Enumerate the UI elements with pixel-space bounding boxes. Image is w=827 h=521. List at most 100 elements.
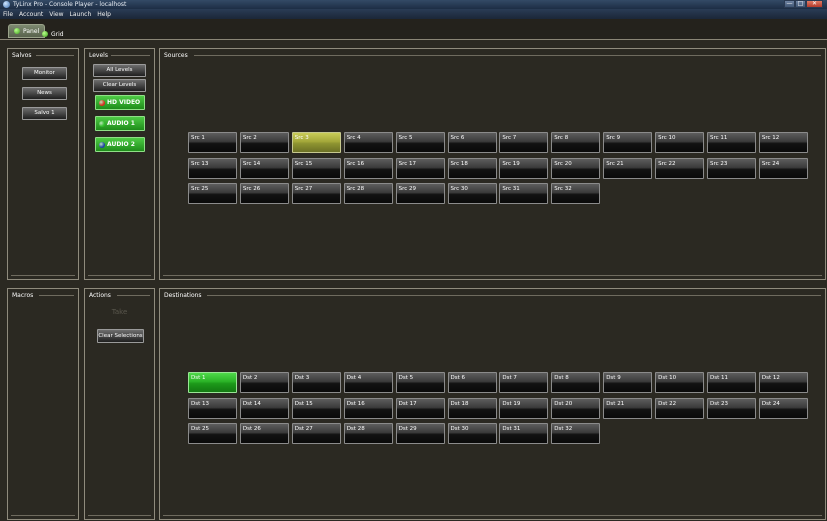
destination-button[interactable]: Dst 21 xyxy=(603,397,653,419)
destination-button[interactable]: Dst 6 xyxy=(447,372,497,393)
title-bar: TyLinx Pro - Console Player - localhost … xyxy=(0,0,827,9)
divider xyxy=(163,515,822,516)
source-button[interactable]: Src 19 xyxy=(499,157,549,179)
destination-label: Dst 12 xyxy=(761,375,780,381)
source-button[interactable]: Src 2 xyxy=(239,132,289,153)
salvo-button-news[interactable]: News xyxy=(22,87,67,100)
level-audio-1[interactable]: AUDIO 1 xyxy=(95,116,145,131)
salvo-button-salvo-1[interactable]: Salvo 1 xyxy=(22,107,67,120)
all-levels-button[interactable]: All Levels xyxy=(93,64,146,77)
source-button[interactable]: Src 29 xyxy=(395,183,445,204)
level-audio-2[interactable]: AUDIO 2 xyxy=(95,137,145,152)
destination-button[interactable]: Dst 13 xyxy=(188,397,237,419)
destination-button[interactable]: Dst 16 xyxy=(343,397,393,419)
maximize-button[interactable]: □ xyxy=(795,0,806,8)
menu-launch[interactable]: Launch xyxy=(70,11,92,18)
destination-button[interactable]: Dst 5 xyxy=(395,372,445,393)
destination-button[interactable]: Dst 24 xyxy=(758,397,808,419)
divider xyxy=(163,275,822,276)
destination-button[interactable]: Dst 27 xyxy=(291,423,341,444)
source-button[interactable]: Src 12 xyxy=(758,132,808,153)
source-button[interactable]: Src 31 xyxy=(499,183,549,204)
destination-button[interactable]: Dst 1 xyxy=(188,372,237,393)
source-button[interactable]: Src 8 xyxy=(551,132,601,153)
source-button[interactable]: Src 10 xyxy=(655,132,705,153)
source-button[interactable]: Src 30 xyxy=(447,183,497,204)
source-label: Src 23 xyxy=(710,160,728,167)
destination-button[interactable]: Dst 7 xyxy=(499,372,549,393)
source-button[interactable]: Src 14 xyxy=(239,157,289,179)
destination-button[interactable]: Dst 22 xyxy=(655,397,705,419)
source-button[interactable]: Src 26 xyxy=(239,183,289,204)
destination-label: Dst 14 xyxy=(242,400,261,407)
destination-label: Dst 7 xyxy=(502,375,517,381)
destination-button[interactable]: Dst 15 xyxy=(291,397,341,419)
destination-button[interactable]: Dst 23 xyxy=(707,397,756,419)
source-button[interactable]: Src 28 xyxy=(343,183,393,204)
destination-button[interactable]: Dst 19 xyxy=(499,397,549,419)
source-button[interactable]: Src 9 xyxy=(603,132,653,153)
destination-button[interactable]: Dst 20 xyxy=(551,397,601,419)
source-button[interactable]: Src 23 xyxy=(707,157,756,179)
destination-button[interactable]: Dst 10 xyxy=(655,372,705,393)
salvo-button-monitor[interactable]: Monitor xyxy=(22,67,67,80)
menu-help[interactable]: Help xyxy=(97,11,111,18)
source-button[interactable]: Src 27 xyxy=(291,183,341,204)
destination-button[interactable]: Dst 11 xyxy=(707,372,756,393)
salvos-panel: Salvos Monitor News Salvo 1 xyxy=(7,48,79,280)
destination-button[interactable]: Dst 32 xyxy=(551,423,601,444)
destination-button[interactable]: Dst 28 xyxy=(343,423,393,444)
clear-selections-button[interactable]: Clear Selections xyxy=(97,329,144,343)
source-button[interactable]: Src 18 xyxy=(447,157,497,179)
tab-grid[interactable]: Grid xyxy=(37,28,69,40)
source-button[interactable]: Src 20 xyxy=(551,157,601,179)
source-button[interactable]: Src 24 xyxy=(758,157,808,179)
tab-grid-label: Grid xyxy=(51,30,64,38)
take-button[interactable]: Take xyxy=(85,308,154,316)
source-button[interactable]: Src 22 xyxy=(655,157,705,179)
source-button[interactable]: Src 5 xyxy=(395,132,445,153)
app-icon xyxy=(3,1,10,8)
source-button[interactable]: Src 25 xyxy=(188,183,237,204)
window-controls: — □ ✕ xyxy=(784,0,823,8)
source-button[interactable]: Src 7 xyxy=(499,132,549,153)
source-button[interactable]: Src 32 xyxy=(551,183,601,204)
destination-button[interactable]: Dst 29 xyxy=(395,423,445,444)
source-button[interactable]: Src 4 xyxy=(343,132,393,153)
destination-button[interactable]: Dst 2 xyxy=(239,372,289,393)
destination-label: Dst 1 xyxy=(191,375,206,381)
source-label: Src 32 xyxy=(554,186,572,192)
menu-view[interactable]: View xyxy=(49,11,63,18)
divider xyxy=(11,515,75,516)
led-icon xyxy=(99,99,105,106)
destination-button[interactable]: Dst 18 xyxy=(447,397,497,419)
level-hd-video[interactable]: HD VIDEO xyxy=(95,95,145,110)
menu-file[interactable]: File xyxy=(3,11,13,18)
source-button[interactable]: Src 13 xyxy=(188,157,237,179)
destination-label: Dst 5 xyxy=(398,375,414,381)
destination-button[interactable]: Dst 26 xyxy=(239,423,289,444)
close-button[interactable]: ✕ xyxy=(806,0,823,8)
source-button[interactable]: Src 1 xyxy=(188,132,237,153)
source-button[interactable]: Src 15 xyxy=(291,157,341,179)
clear-levels-button[interactable]: Clear Levels xyxy=(93,79,146,92)
source-button[interactable]: Src 21 xyxy=(603,157,653,179)
destination-button[interactable]: Dst 30 xyxy=(447,423,497,444)
destination-button[interactable]: Dst 25 xyxy=(188,423,237,444)
menu-account[interactable]: Account xyxy=(19,11,43,18)
source-button[interactable]: Src 6 xyxy=(447,132,497,153)
destination-button[interactable]: Dst 9 xyxy=(603,372,653,393)
destination-button[interactable]: Dst 8 xyxy=(551,372,601,393)
destination-button[interactable]: Dst 17 xyxy=(395,397,445,419)
destination-button[interactable]: Dst 3 xyxy=(291,372,341,393)
destination-button[interactable]: Dst 4 xyxy=(343,372,393,393)
minimize-button[interactable]: — xyxy=(784,0,795,8)
source-button[interactable]: Src 11 xyxy=(707,132,756,153)
destination-button[interactable]: Dst 31 xyxy=(499,423,549,444)
destination-button[interactable]: Dst 12 xyxy=(758,372,808,393)
source-button[interactable]: Src 17 xyxy=(395,157,445,179)
destination-button[interactable]: Dst 14 xyxy=(239,397,289,419)
source-button[interactable]: Src 3 xyxy=(291,132,341,153)
source-button[interactable]: Src 16 xyxy=(343,157,393,179)
divider xyxy=(117,295,150,296)
